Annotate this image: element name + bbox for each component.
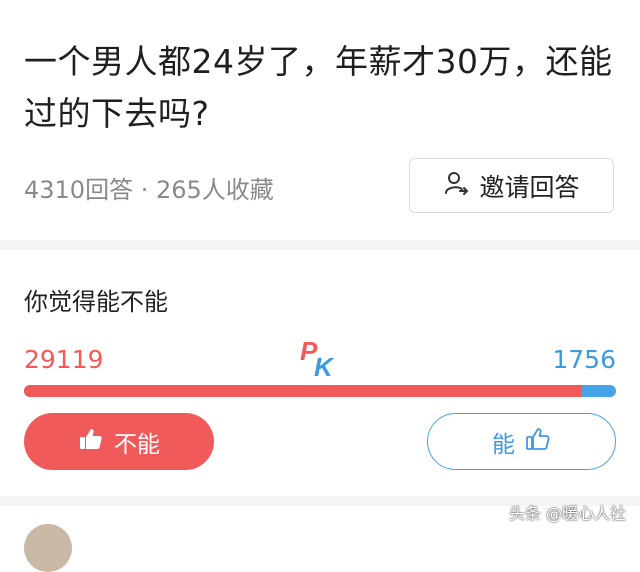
poll-no-count: 29119: [24, 345, 104, 374]
avatar[interactable]: [24, 524, 72, 572]
vote-no-button[interactable]: 不能: [24, 413, 214, 470]
poll-progress-no-fill: [24, 385, 583, 397]
vote-yes-label: 能: [492, 431, 515, 458]
invite-answer-label: 邀请回答: [479, 172, 580, 202]
pk-icon: P K: [298, 336, 342, 382]
watermark: 头条 @暖心人社: [508, 504, 626, 523]
invite-answer-button[interactable]: 邀请回答: [409, 158, 614, 213]
pk-letter-k: K: [314, 352, 335, 380]
poll-progress-bar: [24, 385, 616, 397]
poll-title: 你觉得能不能: [24, 288, 168, 316]
question-stats: 4310回答 · 265人收藏: [24, 176, 274, 204]
section-divider: [0, 240, 640, 250]
vote-no-label: 不能: [114, 431, 160, 458]
vote-yes-button[interactable]: 能: [427, 413, 616, 470]
poll-yes-count: 1756: [552, 345, 616, 374]
thumbs-up-outline-icon: [525, 426, 551, 458]
invite-user-icon: [443, 170, 469, 202]
question-title: 一个男人都24岁了，年薪才30万，还能过的下去吗?: [24, 42, 613, 133]
thumbs-up-icon: [78, 426, 104, 458]
